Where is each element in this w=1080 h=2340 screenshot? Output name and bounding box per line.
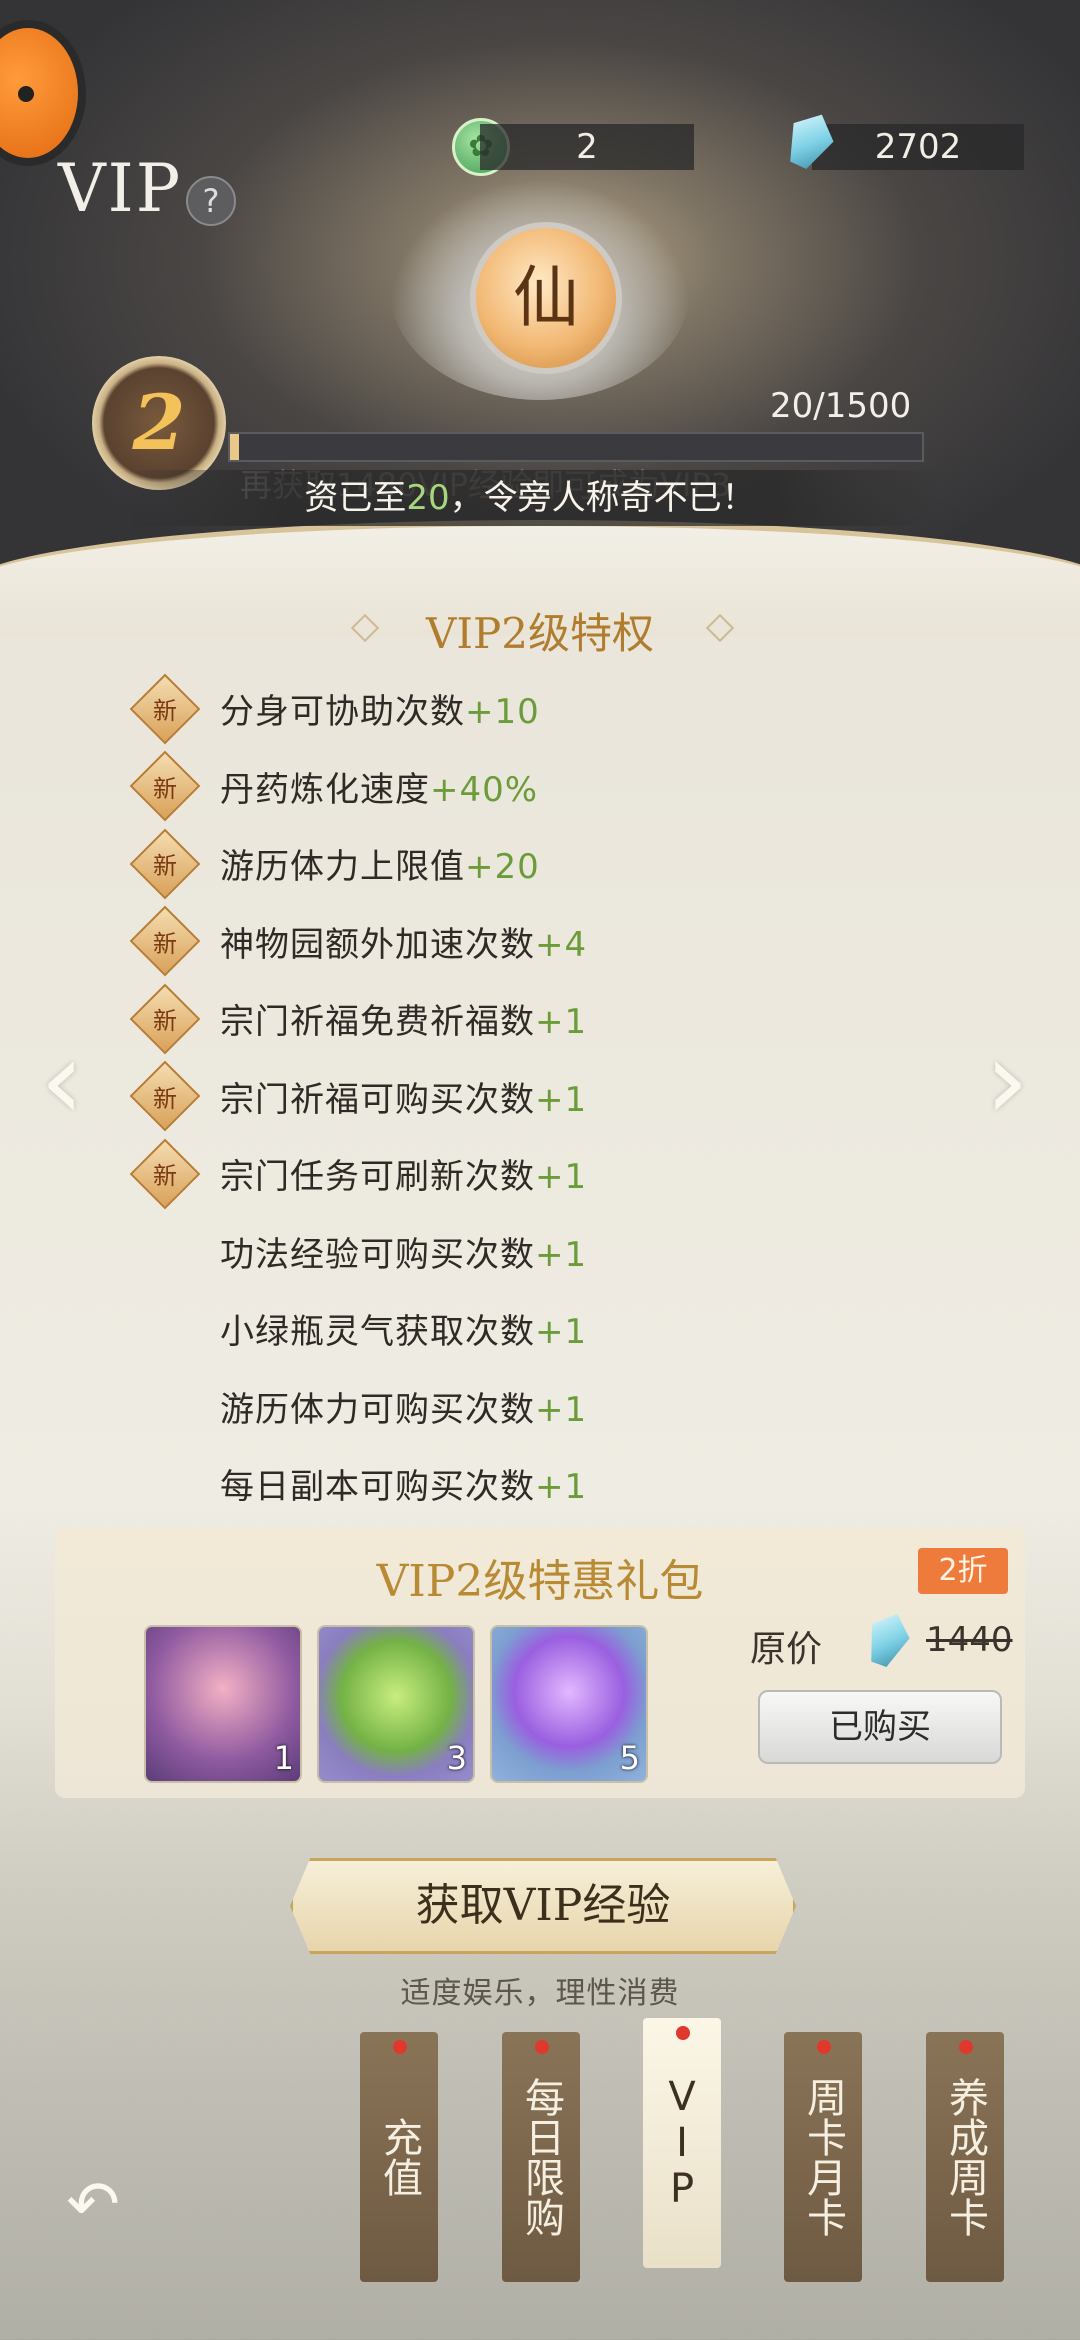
privilege-label: 宗门任务可刷新次数 [220, 1157, 535, 1198]
privilege-text: 宗门任务可刷新次数+1 [220, 1149, 587, 1198]
back-arrow-icon[interactable]: ↶ [58, 2170, 128, 2240]
privilege-value: +10 [465, 692, 540, 733]
privilege-text: 游历体力可购买次数+1 [220, 1382, 587, 1431]
level-caption: 资已至20，令旁人称奇不已！ [120, 470, 940, 526]
privilege-row: 新 游历体力上限值+20 [129, 825, 920, 903]
privilege-value: +1 [535, 1157, 588, 1198]
vip-progress-track [228, 432, 924, 462]
privilege-text: 小绿瓶灵气获取次数+1 [220, 1304, 587, 1353]
tab-weekly-monthly-card[interactable]: 周卡月卡 [784, 2032, 862, 2282]
purchased-button[interactable]: 已购买 [758, 1690, 1002, 1764]
privilege-row: 功法经验可购买次数+1 [140, 1213, 920, 1291]
tag-string-icon [393, 2040, 407, 2054]
privilege-text: 分身可协助次数+10 [220, 684, 540, 733]
progress-text: 20/1500 [770, 386, 912, 426]
new-badge-label: 新 [153, 852, 177, 881]
vip-progress-fill [230, 434, 239, 460]
privilege-text: 宗门祈福免费祈福数+1 [220, 994, 587, 1043]
privilege-row: 新 丹药炼化速度+40% [129, 748, 920, 826]
privilege-row: 小绿瓶灵气获取次数+1 [140, 1290, 920, 1368]
new-badge-label: 新 [153, 697, 177, 726]
new-badge-label: 新 [153, 1162, 177, 1191]
discount-badge: 2折 [918, 1548, 1008, 1594]
item-count: 1 [273, 1739, 294, 1777]
privilege-label: 游历体力上限值 [220, 847, 465, 888]
new-badge-label: 新 [153, 1007, 177, 1036]
tab-recharge[interactable]: 充值 [360, 2032, 438, 2282]
prev-arrow-icon[interactable]: ‹ [40, 1025, 100, 1135]
consumption-notice: 适度娱乐，理性消费 [400, 1976, 680, 2011]
tab-daily-limited[interactable]: 每日限购 [502, 2032, 580, 2282]
privilege-label: 宗门祈福免费祈福数 [220, 1002, 535, 1043]
jade-counter: 2 [480, 124, 694, 170]
mascot-eye-icon [18, 86, 34, 102]
privilege-row: 新 宗门祈福免费祈福数+1 [129, 980, 920, 1058]
privilege-value: +1 [535, 1234, 588, 1275]
privilege-label: 小绿瓶灵气获取次数 [220, 1312, 535, 1353]
gem-counter: 2702 [812, 124, 1024, 170]
immortal-emblem-orb: 仙 [470, 222, 622, 374]
privilege-label: 每日副本可购买次数 [220, 1467, 535, 1508]
package-item-lotus[interactable]: 1 [144, 1625, 302, 1783]
privilege-row: 新 分身可协助次数+10 [129, 670, 920, 748]
privilege-text: 宗门祈福可购买次数+1 [220, 1072, 587, 1121]
tag-string-icon [535, 2040, 549, 2054]
page-title: VIP [58, 150, 183, 227]
privilege-text: 神物园额外加速次数+4 [220, 917, 587, 966]
caption-prefix: 资已至 [304, 478, 407, 518]
privilege-row: 新 宗门任务可刷新次数+1 [129, 1135, 920, 1213]
new-badge-label: 新 [153, 929, 177, 958]
package-title: VIP2级特惠礼包 [376, 1556, 704, 1607]
item-count: 5 [619, 1739, 640, 1777]
privilege-label: 丹药炼化速度 [220, 769, 430, 810]
tab-vip[interactable]: VIP [643, 2018, 721, 2268]
tag-string-icon [959, 2040, 973, 2054]
get-vip-exp-button[interactable]: 获取VIP经验 [290, 1858, 796, 1954]
tag-string-icon [817, 2040, 831, 2054]
privilege-value: +1 [535, 1079, 588, 1120]
privilege-row: 新 神物园额外加速次数+4 [129, 903, 920, 981]
privilege-value: +4 [535, 924, 588, 965]
privilege-value: +40% [430, 769, 539, 810]
help-icon[interactable]: ? [186, 176, 236, 226]
privilege-label: 宗门祈福可购买次数 [220, 1079, 535, 1120]
privilege-row: 游历体力可购买次数+1 [140, 1368, 920, 1446]
new-badge-label: 新 [153, 1084, 177, 1113]
package-item-purple-orb[interactable]: 5 [490, 1625, 648, 1783]
privilege-value: +1 [535, 1002, 588, 1043]
original-price: 1440 [926, 1620, 1013, 1660]
caption-value: 20 [406, 478, 450, 518]
privilege-label: 游历体力可购买次数 [220, 1389, 535, 1430]
privilege-row: 每日副本可购买次数+1 [140, 1445, 920, 1523]
tab-growth-weekly-card[interactable]: 养成周卡 [926, 2032, 1004, 2282]
privilege-value: +1 [535, 1312, 588, 1353]
privilege-value: +1 [535, 1389, 588, 1430]
privilege-text: 游历体力上限值+20 [220, 839, 540, 888]
privilege-value: +20 [465, 847, 540, 888]
privilege-text: 功法经验可购买次数+1 [220, 1227, 587, 1276]
privilege-label: 神物园额外加速次数 [220, 924, 535, 965]
tag-string-icon [676, 2026, 690, 2040]
privilege-text: 丹药炼化速度+40% [220, 762, 538, 811]
package-item-green-orb[interactable]: 3 [317, 1625, 475, 1783]
next-arrow-icon[interactable]: › [985, 1025, 1045, 1135]
privileges-title: VIP2级特权 [426, 609, 654, 658]
privilege-text: 每日副本可购买次数+1 [220, 1459, 587, 1508]
privilege-value: +1 [535, 1467, 588, 1508]
privilege-row: 新 宗门祈福可购买次数+1 [129, 1058, 920, 1136]
privileges-list: 新分身可协助次数+10 新丹药炼化速度+40% 新游历体力上限值+20 新神物园额外加… [129, 670, 920, 1523]
caption-suffix: ，令旁人称奇不已！ [449, 478, 756, 518]
item-count: 3 [446, 1739, 467, 1777]
original-price-label: 原价 [750, 1629, 823, 1670]
privilege-label: 功法经验可购买次数 [220, 1234, 535, 1275]
new-badge-label: 新 [153, 774, 177, 803]
privilege-label: 分身可协助次数 [220, 692, 465, 733]
